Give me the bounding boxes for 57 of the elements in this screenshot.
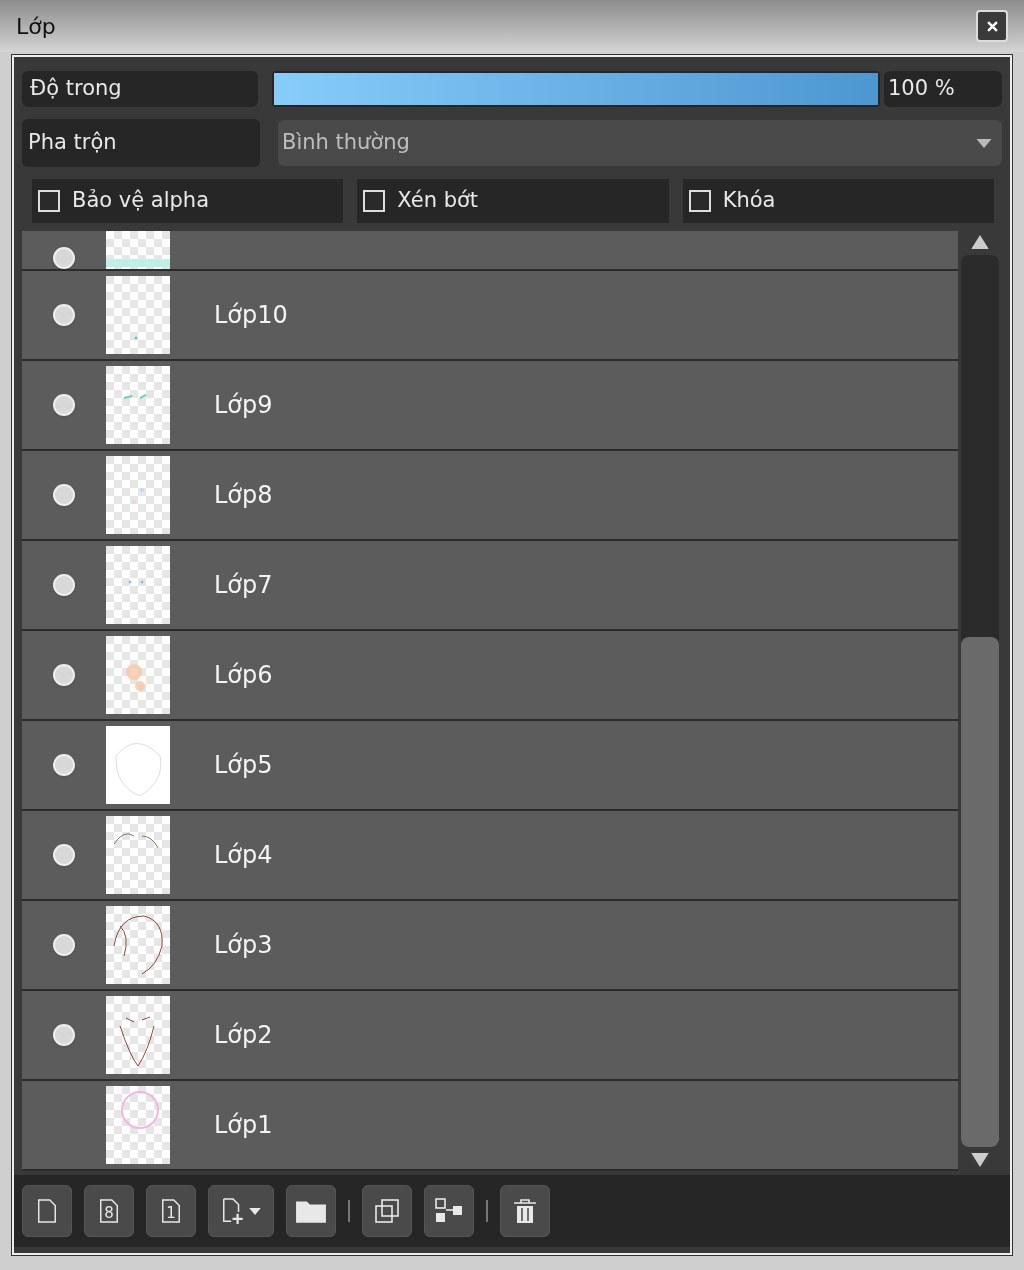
scroll-down-icon — [971, 1153, 989, 1167]
layer-row[interactable]: Lớp2 — [22, 991, 958, 1081]
layer-name: Lớp4 — [214, 840, 273, 871]
layer-row[interactable]: Lớp10 — [22, 271, 958, 361]
page-number: 8 — [104, 1205, 114, 1221]
merge-icon — [433, 1197, 465, 1225]
checkbox[interactable] — [363, 190, 386, 212]
caret-icon — [976, 138, 992, 148]
close-icon — [986, 20, 998, 32]
page-plus-icon — [221, 1196, 245, 1226]
checkbox-option[interactable]: Xén bớt — [357, 179, 669, 223]
layer-row[interactable]: Lớp9 — [22, 361, 958, 451]
scroll-up-icon — [971, 235, 989, 249]
checkbox-option[interactable]: Khóa — [682, 179, 994, 223]
scroll-thumb[interactable] — [961, 637, 999, 1147]
layer-name: Lớp6 — [214, 660, 273, 691]
toolbar-button[interactable] — [362, 1185, 412, 1237]
layer-name: Lớp5 — [214, 750, 273, 781]
close-button[interactable] — [976, 10, 1008, 42]
layer-name: Lớp7 — [214, 570, 273, 601]
layer-row[interactable] — [22, 231, 958, 271]
toolbar-button[interactable]: 1 — [146, 1185, 196, 1237]
toolbar-button[interactable] — [208, 1185, 274, 1237]
toolbar-button[interactable] — [424, 1185, 474, 1237]
page-number: 1 — [166, 1205, 176, 1221]
layer-name: Lớp3 — [214, 930, 273, 961]
folder-icon — [295, 1198, 327, 1224]
page-icon — [98, 1197, 120, 1225]
layer-row[interactable]: Lớp1 — [22, 1081, 958, 1171]
toolbar-button[interactable] — [22, 1185, 72, 1237]
layer-name: Lớp1 — [214, 1110, 273, 1141]
layer-row[interactable]: Lớp4 — [22, 811, 958, 901]
blend-dropdown[interactable]: Bình thường — [278, 120, 1002, 166]
trash-icon — [512, 1197, 538, 1225]
toolbar-button[interactable] — [500, 1185, 550, 1237]
layer-name: Lớp9 — [214, 390, 273, 421]
checkbox-option[interactable]: Bảo vệ alpha — [32, 179, 344, 223]
layer-row[interactable]: Lớp6 — [22, 631, 958, 721]
checkbox[interactable] — [38, 190, 60, 212]
layer-row[interactable]: Lớp8 — [22, 451, 958, 541]
opacity-label: Độ trong — [22, 71, 258, 107]
layer-name: Lớp2 — [214, 1020, 273, 1051]
blend-label: Pha trộn — [22, 119, 260, 167]
toolbar-button[interactable]: 8 — [84, 1185, 134, 1237]
window-title: Lớp — [16, 12, 56, 41]
layer-row[interactable]: Lớp5 — [22, 721, 958, 811]
page-icon — [160, 1197, 182, 1225]
layer-name: Lớp10 — [214, 300, 288, 331]
layer-row[interactable]: Lớp3 — [22, 901, 958, 991]
opacity-value: 100 % — [884, 71, 1002, 107]
page-icon — [36, 1197, 58, 1225]
toolbar-button[interactable] — [286, 1185, 336, 1237]
layer-name: Lớp8 — [214, 480, 273, 511]
copy-icon — [374, 1198, 400, 1224]
caret-icon — [249, 1207, 261, 1215]
checkbox[interactable] — [688, 190, 711, 212]
layer-row[interactable]: Lớp7 — [22, 541, 958, 631]
